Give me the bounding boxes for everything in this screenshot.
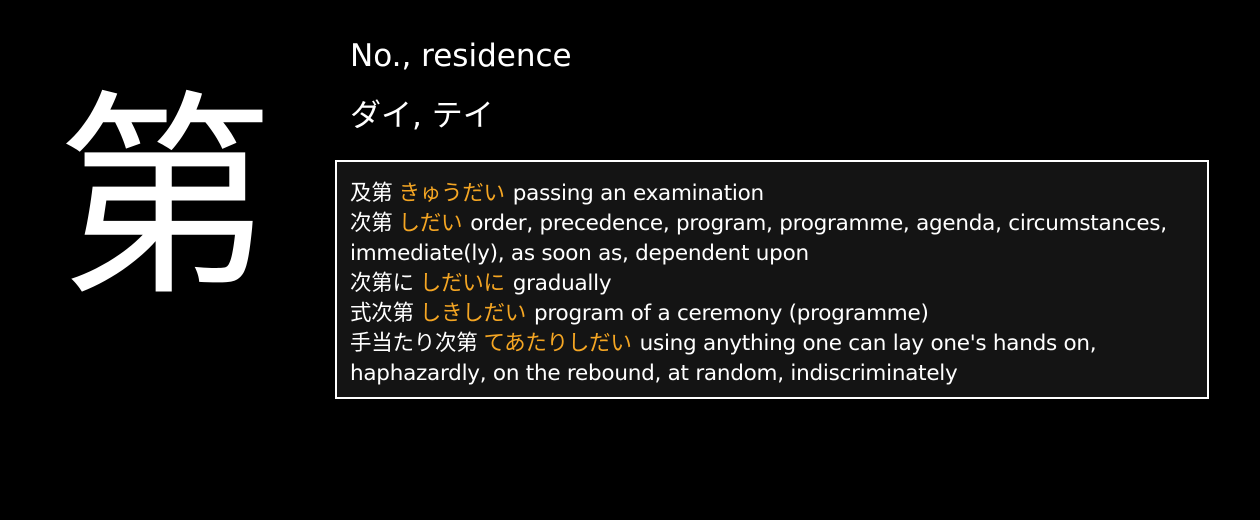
vocab-entry: 及第 きゅうだい passing an examination [350,179,1195,209]
vocab-word: 及第 [350,181,393,206]
vocab-gloss: program of a ceremony (programme) [534,301,929,326]
vocab-gloss: passing an examination [512,181,764,206]
vocab-kana: しだいに [419,271,505,296]
vocab-word: 次第 [350,211,393,236]
vocabulary-panel: 及第 きゅうだい passing an examination 次第 しだい order… [335,160,1209,399]
vocab-kana: てあたりしだい [483,331,632,356]
vocab-kana: しきしだい [419,301,527,326]
vocab-kana: しだい [398,211,463,236]
kanji-reading: ダイ, テイ [350,98,494,134]
vocab-gloss: order, precedence, program, programme, a… [350,211,1167,266]
kanji-character: 第 [56,73,274,326]
vocab-word: 次第に [350,271,414,296]
vocab-gloss: gradually [512,271,612,296]
kanji-meaning: No., residence [350,38,572,74]
vocab-kana: きゅうだい [398,181,506,206]
vocab-entry: 次第 しだい order, precedence, program, program… [350,209,1195,269]
vocab-word: 式次第 [350,301,414,326]
vocab-entry: 次第に しだいに gradually [350,269,1195,299]
vocab-entry: 式次第 しきしだい program of a ceremony (programme… [350,299,1195,329]
vocab-word: 手当たり次第 [350,331,478,356]
vocab-entry: 手当たり次第 てあたりしだい using anything one can lay … [350,329,1195,389]
